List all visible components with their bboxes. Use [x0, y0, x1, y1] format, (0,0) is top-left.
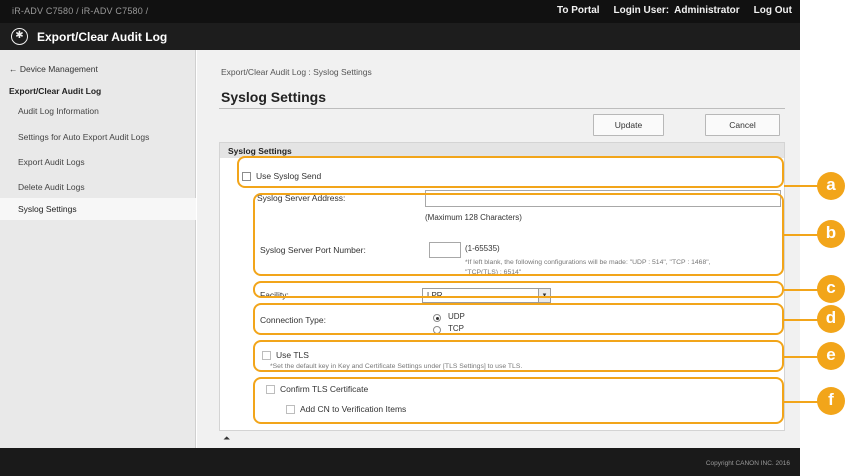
device-management-link[interactable]: ← Device Management	[9, 64, 98, 74]
sidebar-item-export-audit-logs[interactable]: Export Audit Logs	[18, 157, 85, 167]
update-button[interactable]: Update	[593, 114, 664, 136]
sidebar: ← Device Management Export/Clear Audit L…	[0, 50, 196, 448]
logout-link[interactable]: Log Out	[754, 5, 792, 16]
page-title: Syslog Settings	[221, 89, 327, 105]
copyright-text: Copyright CANON INC. 2016	[705, 460, 790, 467]
header-links: To Portal Login User: Administrator Log …	[557, 5, 792, 16]
callout-line-d	[784, 319, 818, 321]
cancel-button[interactable]: Cancel	[705, 114, 780, 136]
callout-box-f	[253, 377, 784, 424]
footer: Copyright CANON INC. 2016	[0, 448, 800, 476]
title-bar: ✱ Export/Clear Audit Log	[0, 23, 800, 50]
login-user-value: Administrator	[674, 5, 740, 16]
callout-box-d	[253, 303, 784, 335]
top-bar: iR-ADV C7580 / iR-ADV C7580 / To Portal …	[0, 0, 800, 23]
callout-line-f	[784, 401, 818, 403]
callout-line-a	[784, 185, 818, 187]
title-divider	[219, 108, 785, 109]
callout-line-c	[784, 289, 818, 291]
login-user: Login User: Administrator	[614, 5, 740, 16]
page: iR-ADV C7580 / iR-ADV C7580 / To Portal …	[0, 0, 860, 476]
callout-box-c	[253, 281, 784, 298]
page-app-title: Export/Clear Audit Log	[37, 30, 168, 44]
callout-marker-b: b	[817, 220, 845, 248]
sidebar-item-syslog-settings[interactable]: Syslog Settings	[0, 198, 196, 220]
breadcrumb: Export/Clear Audit Log : Syslog Settings	[221, 67, 372, 77]
to-portal-link[interactable]: To Portal	[557, 5, 600, 16]
callout-box-b	[253, 193, 784, 276]
callout-marker-a: a	[817, 172, 845, 200]
sidebar-item-audit-log-information[interactable]: Audit Log Information	[18, 106, 99, 116]
callout-marker-f: f	[817, 387, 845, 415]
callout-marker-c: c	[817, 275, 845, 303]
device-name: iR-ADV C7580 / iR-ADV C7580 /	[12, 6, 149, 16]
scroll-top-icon[interactable]: ⏶	[223, 433, 230, 444]
callout-line-e	[784, 356, 818, 358]
callout-marker-d: d	[817, 305, 845, 333]
login-user-label: Login User:	[613, 5, 670, 16]
callout-box-a	[237, 156, 784, 188]
sidebar-item-delete-audit-logs[interactable]: Delete Audit Logs	[18, 182, 85, 192]
sidebar-item-auto-export[interactable]: Settings for Auto Export Audit Logs	[18, 132, 149, 142]
sidebar-section-title[interactable]: Export/Clear Audit Log	[9, 86, 101, 96]
callout-line-b	[784, 234, 818, 236]
gear-star-icon: ✱	[11, 28, 28, 45]
callout-marker-e: e	[817, 342, 845, 370]
callout-box-e	[253, 340, 784, 372]
